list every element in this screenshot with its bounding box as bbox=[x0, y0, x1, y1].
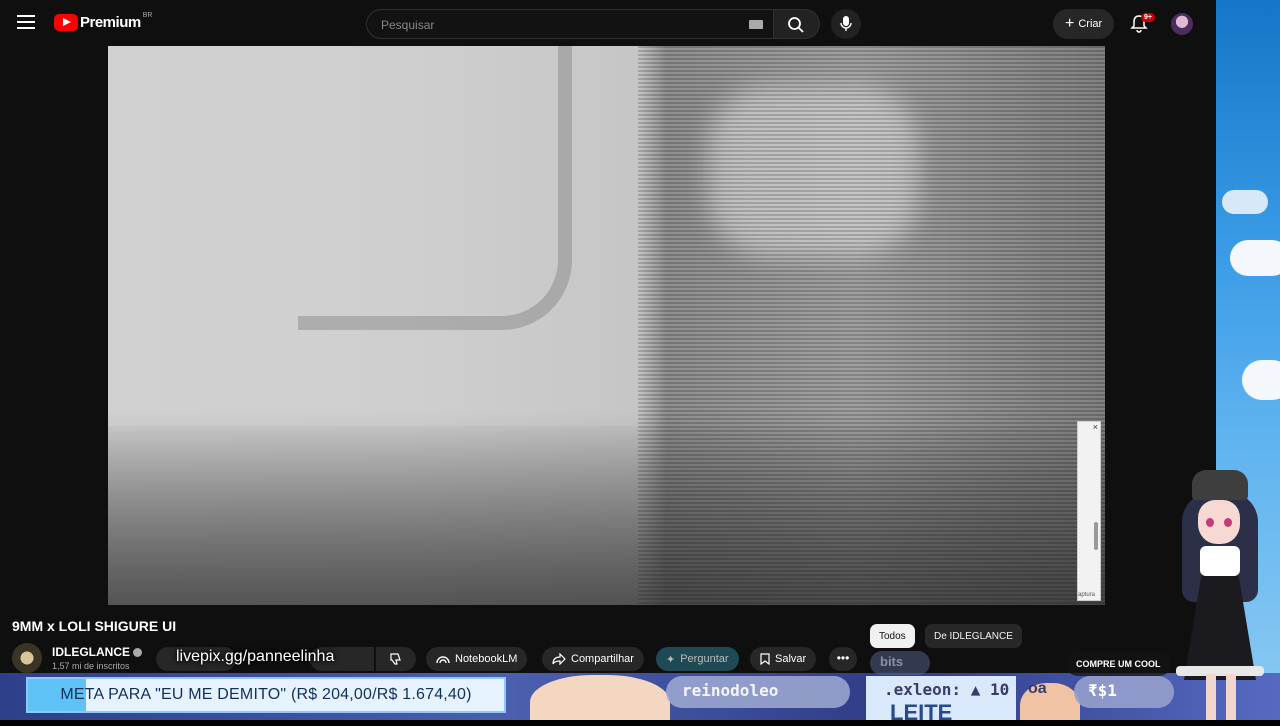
vtuber-hat bbox=[1192, 470, 1248, 500]
dislike-button[interactable] bbox=[376, 647, 416, 671]
channel-name-text[interactable]: IDLEGLANCE bbox=[52, 645, 130, 659]
notebooklm-icon bbox=[436, 656, 450, 664]
chat-user-name-2: .exleon: ▲ 10 bbox=[884, 680, 1010, 699]
mini-panel-label: aptura bbox=[1078, 592, 1096, 598]
vtuber-eye bbox=[1224, 518, 1232, 527]
cloud-shape bbox=[1222, 190, 1268, 214]
mini-panel-scroll-thumb[interactable] bbox=[1094, 522, 1098, 550]
save-label: Salvar bbox=[775, 653, 807, 665]
search-box bbox=[366, 9, 774, 39]
top-bar: Premium BR + Criar 9+ bbox=[0, 0, 1216, 46]
video-frame-shape bbox=[298, 46, 572, 330]
youtube-logo[interactable]: Premium BR bbox=[54, 12, 153, 31]
youtube-window: Premium BR + Criar 9+ × aptura 9MM x LOL… bbox=[0, 0, 1216, 720]
verified-icon bbox=[133, 648, 142, 658]
more-actions-button[interactable]: ••• bbox=[829, 647, 857, 671]
video-player[interactable] bbox=[108, 46, 1105, 605]
channel-avatar[interactable] bbox=[12, 643, 42, 673]
bits-label: bits bbox=[880, 654, 904, 669]
video-title: 9MM x LOLI SHIGURE UI bbox=[12, 618, 177, 634]
chip-all[interactable]: Todos bbox=[870, 624, 915, 648]
cloud-shape bbox=[1242, 360, 1280, 400]
vtuber-blouse bbox=[1200, 546, 1240, 576]
notebooklm-button[interactable]: NotebookLM bbox=[426, 647, 528, 671]
chat-message-text: LEITE bbox=[890, 700, 953, 725]
share-button[interactable]: Compartilhar bbox=[542, 647, 644, 671]
donation-pill: ₹$1 bbox=[1074, 676, 1174, 708]
vtuber-leg bbox=[1226, 674, 1236, 720]
logo-region: BR bbox=[142, 12, 153, 19]
sparkle-icon: ✦ bbox=[666, 653, 676, 666]
notebooklm-label: NotebookLM bbox=[455, 653, 518, 665]
overlay-character-face bbox=[530, 675, 670, 720]
microphone-icon bbox=[840, 16, 852, 31]
vtuber-skirt-trim bbox=[1176, 666, 1264, 676]
menu-icon[interactable] bbox=[17, 15, 35, 29]
share-label: Compartilhar bbox=[571, 653, 634, 665]
bookmark-icon bbox=[760, 653, 770, 665]
vtuber-eye bbox=[1206, 518, 1214, 527]
cloud-shape bbox=[1230, 240, 1280, 276]
vtuber-face bbox=[1198, 500, 1240, 544]
capture-mini-panel[interactable]: × aptura bbox=[1077, 421, 1101, 601]
notifications-badge: 9+ bbox=[1141, 13, 1155, 22]
subscriber-count: 1,57 mi de inscritos bbox=[52, 661, 130, 671]
donation-amount: ₹$1 bbox=[1088, 681, 1117, 700]
chip-from-channel[interactable]: De IDLEGLANCE bbox=[925, 624, 1022, 648]
livepix-link: livepix.gg/panneelinha bbox=[176, 648, 335, 665]
create-label: Criar bbox=[1078, 18, 1103, 30]
voice-search-button[interactable] bbox=[831, 9, 861, 39]
channel-name[interactable]: IDLEGLANCE bbox=[52, 645, 142, 659]
share-icon bbox=[552, 653, 566, 665]
search-input[interactable] bbox=[379, 17, 723, 33]
thumbs-down-icon bbox=[390, 653, 401, 665]
close-icon[interactable]: × bbox=[1093, 422, 1098, 432]
create-button[interactable]: + Criar bbox=[1053, 9, 1115, 39]
compre-banner: COMPRE UM COOL bbox=[1066, 652, 1171, 676]
chat-user-name: reinodoleo bbox=[682, 681, 779, 700]
plus-icon: + bbox=[1065, 15, 1075, 32]
play-logo-icon bbox=[54, 14, 78, 31]
chat-message-fragment: oa bbox=[1028, 680, 1047, 697]
save-button[interactable]: Salvar bbox=[750, 647, 817, 671]
keyboard-icon[interactable] bbox=[749, 20, 763, 29]
account-avatar[interactable] bbox=[1171, 13, 1193, 35]
chat-user-pill: reinodoleo bbox=[666, 676, 850, 708]
search-icon bbox=[788, 17, 804, 33]
ask-button[interactable]: ✦ Perguntar bbox=[656, 647, 739, 671]
logo-text: Premium bbox=[80, 14, 141, 31]
vtuber-leg bbox=[1206, 674, 1216, 720]
goal-text: META PARA "EU ME DEMITO" (R$ 204,00/R$ 1… bbox=[60, 686, 472, 703]
goal-banner: META PARA "EU ME DEMITO" (R$ 204,00/R$ 1… bbox=[26, 677, 506, 713]
bits-pill: bits bbox=[870, 651, 930, 675]
video-frame-shadow bbox=[108, 426, 1105, 605]
ask-label: Perguntar bbox=[680, 653, 729, 665]
vtuber-avatar bbox=[1172, 470, 1280, 720]
search-button[interactable] bbox=[774, 9, 820, 39]
